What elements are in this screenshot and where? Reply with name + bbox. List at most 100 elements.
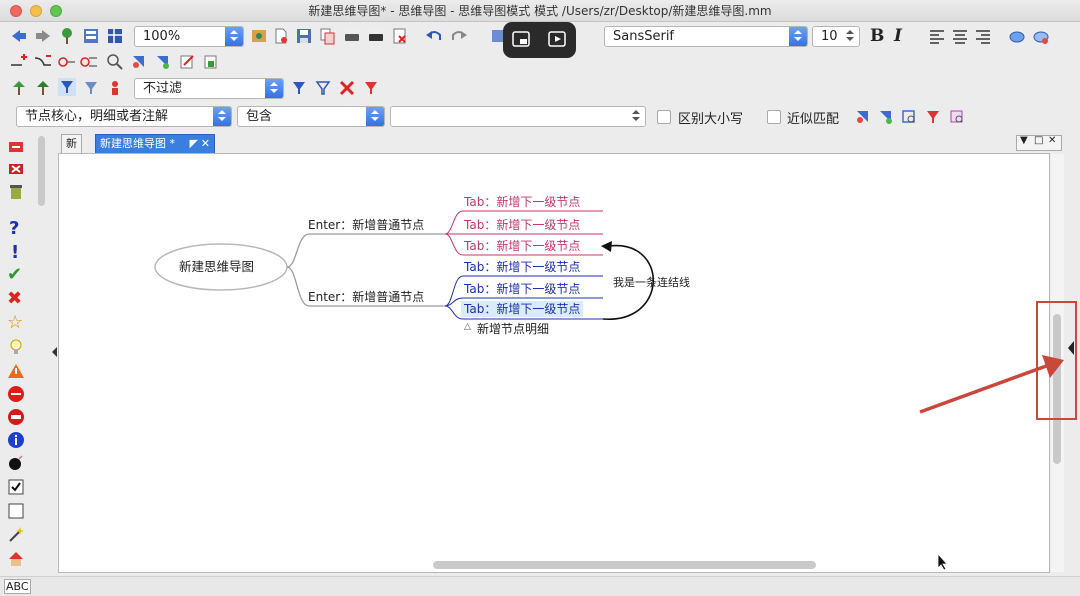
- filter-combo[interactable]: 不过滤: [134, 78, 284, 99]
- tab-new-mindmap[interactable]: 新建思维导图 * ◤ ✕: [95, 134, 215, 153]
- search-operator-combo[interactable]: 包含: [237, 106, 385, 127]
- idea-bulb-icon[interactable]: [7, 338, 25, 356]
- close-tab-icon[interactable]: ✕: [201, 135, 210, 153]
- new-file-icon[interactable]: [272, 27, 290, 45]
- remove-icon-tool-icon[interactable]: [7, 138, 25, 156]
- palette-scrollbar[interactable]: [38, 134, 46, 554]
- zoom-in-icon[interactable]: [106, 53, 124, 71]
- connector-label[interactable]: 我是一条连结线: [613, 275, 690, 291]
- selected-child-node[interactable]: Tab：新增下一级节点: [461, 301, 584, 317]
- filter-active-icon[interactable]: [58, 78, 76, 96]
- node-detail[interactable]: 新增节点明细: [477, 321, 549, 337]
- stop-icon[interactable]: [7, 385, 25, 403]
- undo-icon[interactable]: [425, 27, 443, 45]
- filter-edit-icon[interactable]: [362, 79, 380, 97]
- open-map-icon[interactable]: [250, 27, 268, 45]
- panel-close-icon[interactable]: ✕: [1048, 135, 1056, 146]
- branch-node-1[interactable]: Enter：新增普通节点: [308, 217, 424, 233]
- horizontal-scroll-thumb[interactable]: [433, 561, 816, 569]
- tree-icon[interactable]: [58, 27, 76, 45]
- checkmark-icon[interactable]: ✔: [7, 264, 22, 285]
- filter-toggle-icon[interactable]: [82, 79, 100, 97]
- child-node[interactable]: Tab：新增下一级节点: [464, 238, 580, 254]
- case-sensitive-checkbox[interactable]: [657, 110, 671, 124]
- close-map-icon[interactable]: [391, 27, 409, 45]
- fold-icon[interactable]: [58, 53, 76, 71]
- mindmap-canvas[interactable]: 新建思维导图 Enter：新增普通节点 Enter：新增普通节点 Tab：新增下…: [58, 153, 1050, 573]
- unfold-icon[interactable]: [80, 53, 98, 71]
- hide-tree-icon[interactable]: [10, 79, 28, 97]
- search-field-combo[interactable]: 节点核心，明细或者注解: [16, 106, 232, 127]
- search-next-icon[interactable]: [877, 108, 895, 126]
- remove-all-icons-icon[interactable]: [7, 160, 25, 178]
- picture-in-picture-icon[interactable]: [547, 30, 567, 50]
- search-clear-icon[interactable]: [948, 108, 966, 126]
- detail-fold-icon[interactable]: △: [464, 319, 471, 335]
- checkbox-checked-icon[interactable]: [7, 478, 25, 496]
- align-left-icon[interactable]: [928, 27, 946, 45]
- find-next-icon[interactable]: [154, 53, 172, 71]
- approximate-match-checkbox[interactable]: [767, 110, 781, 124]
- child-node[interactable]: Tab：新增下一级节点: [464, 194, 580, 210]
- pin-icon[interactable]: ◤: [190, 135, 198, 153]
- panel-maximize-icon[interactable]: □: [1034, 135, 1043, 146]
- zoom-window-button[interactable]: [50, 5, 62, 17]
- print-preview-icon[interactable]: [367, 27, 385, 45]
- warning-icon[interactable]: [7, 362, 25, 380]
- spell-check-icon[interactable]: ABC: [4, 579, 31, 594]
- printer-icon[interactable]: [343, 27, 361, 45]
- panel-menu-icon[interactable]: ▼: [1020, 135, 1028, 146]
- tab-new[interactable]: 新建: [61, 134, 82, 168]
- add-sibling-icon[interactable]: [34, 53, 52, 71]
- search-filter-icon[interactable]: [924, 108, 942, 126]
- zoom-combo[interactable]: 100%: [134, 26, 244, 47]
- trash-icon[interactable]: [7, 183, 25, 201]
- filter-person-icon[interactable]: [106, 79, 124, 97]
- question-icon[interactable]: ?: [9, 218, 19, 239]
- search-select-icon[interactable]: [900, 108, 918, 126]
- clear-filter-icon[interactable]: [338, 79, 356, 97]
- child-node[interactable]: Tab：新增下一级节点: [464, 217, 580, 233]
- child-node[interactable]: Tab：新增下一级节点: [464, 259, 580, 275]
- filter-list-icon[interactable]: [314, 79, 332, 97]
- align-center-icon[interactable]: [951, 27, 969, 45]
- close-window-button[interactable]: [10, 5, 22, 17]
- exclamation-icon[interactable]: !: [11, 242, 19, 263]
- minimize-window-button[interactable]: [30, 5, 42, 17]
- star-icon[interactable]: ☆: [7, 312, 23, 333]
- bold-button[interactable]: B: [870, 26, 884, 46]
- root-node[interactable]: 新建思维导图: [179, 259, 254, 275]
- no-entry-icon[interactable]: [7, 408, 25, 426]
- align-right-icon[interactable]: [974, 27, 992, 45]
- magic-wand-icon[interactable]: [7, 526, 25, 544]
- cloud-color-icon[interactable]: [1032, 27, 1050, 45]
- apply-filter-icon[interactable]: [290, 79, 308, 97]
- branch-node-2[interactable]: Enter：新增普通节点: [308, 289, 424, 305]
- find-icon[interactable]: [130, 53, 148, 71]
- child-node[interactable]: Tab：新增下一级节点: [464, 281, 580, 297]
- redo-icon[interactable]: [450, 27, 468, 45]
- back-arrow-icon[interactable]: [10, 27, 28, 45]
- save-icon[interactable]: [295, 27, 313, 45]
- font-size-combo[interactable]: 10: [812, 26, 860, 47]
- show-tree-icon[interactable]: [34, 79, 52, 97]
- info-icon[interactable]: [7, 431, 25, 449]
- edit-icon[interactable]: [178, 53, 196, 71]
- palette-scroll-thumb[interactable]: [38, 136, 45, 206]
- layout-icon[interactable]: [82, 27, 100, 45]
- exit-fullscreen-icon[interactable]: [511, 30, 531, 50]
- add-child-icon[interactable]: [10, 53, 28, 71]
- forward-arrow-icon[interactable]: [34, 27, 52, 45]
- home-icon[interactable]: [7, 550, 25, 568]
- search-start-icon[interactable]: [854, 108, 872, 126]
- bomb-icon[interactable]: [7, 454, 25, 472]
- search-input[interactable]: [390, 106, 646, 127]
- italic-button[interactable]: I: [894, 26, 902, 46]
- checkbox-empty-icon[interactable]: [7, 502, 25, 520]
- copy-icon[interactable]: [318, 27, 336, 45]
- cloud-icon[interactable]: [1008, 27, 1026, 45]
- font-family-combo[interactable]: SansSerif: [604, 26, 808, 47]
- cross-icon[interactable]: ✖: [7, 288, 22, 309]
- grid-icon[interactable]: [106, 27, 124, 45]
- export-icon[interactable]: [202, 53, 220, 71]
